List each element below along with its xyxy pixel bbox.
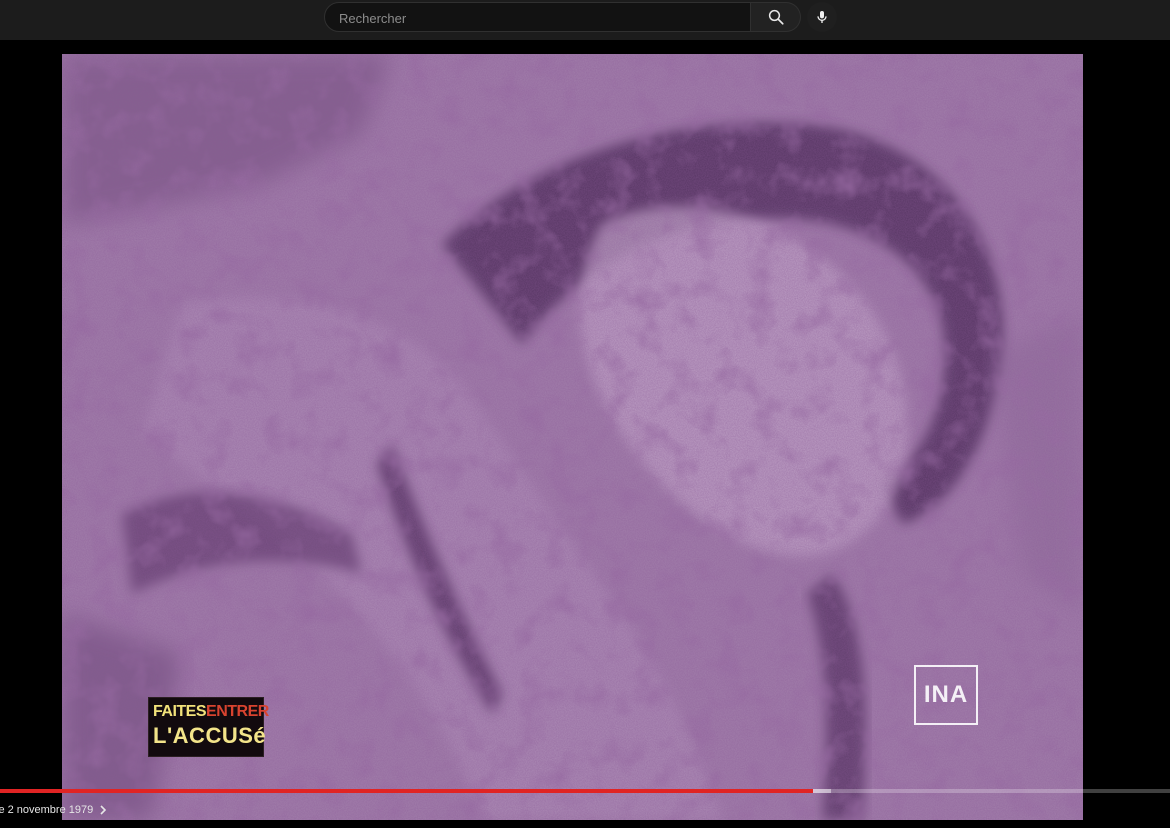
search-button[interactable]: [751, 2, 801, 32]
search-icon: [768, 9, 784, 25]
search-box[interactable]: [324, 2, 751, 33]
progress-bar[interactable]: [0, 789, 1170, 793]
show-logo-word2: ENTRER: [206, 703, 269, 720]
video-page: FAITESENTRER L'ACCUSé INA le 2 novembre …: [0, 0, 1170, 828]
microphone-icon: [817, 11, 827, 23]
chevron-right-icon: [99, 805, 107, 815]
top-bar: [0, 0, 1170, 40]
chapter-title-button[interactable]: le 2 novembre 1979: [0, 801, 107, 819]
show-logo-line1: FAITESENTRER: [153, 701, 269, 723]
broadcaster-logo: INA: [914, 665, 978, 725]
show-logo-line2: L'ACCUSé: [153, 723, 267, 748]
show-logo-word1: FAITES: [153, 703, 207, 720]
progress-played: [0, 789, 814, 793]
show-logo: FAITESENTRER L'ACCUSé: [148, 697, 269, 757]
video-player[interactable]: FAITESENTRER L'ACCUSé INA: [62, 54, 1083, 820]
voice-search-button[interactable]: [807, 2, 837, 32]
search-input[interactable]: [337, 3, 741, 33]
chapter-title: le 2 novembre 1979: [0, 804, 94, 816]
